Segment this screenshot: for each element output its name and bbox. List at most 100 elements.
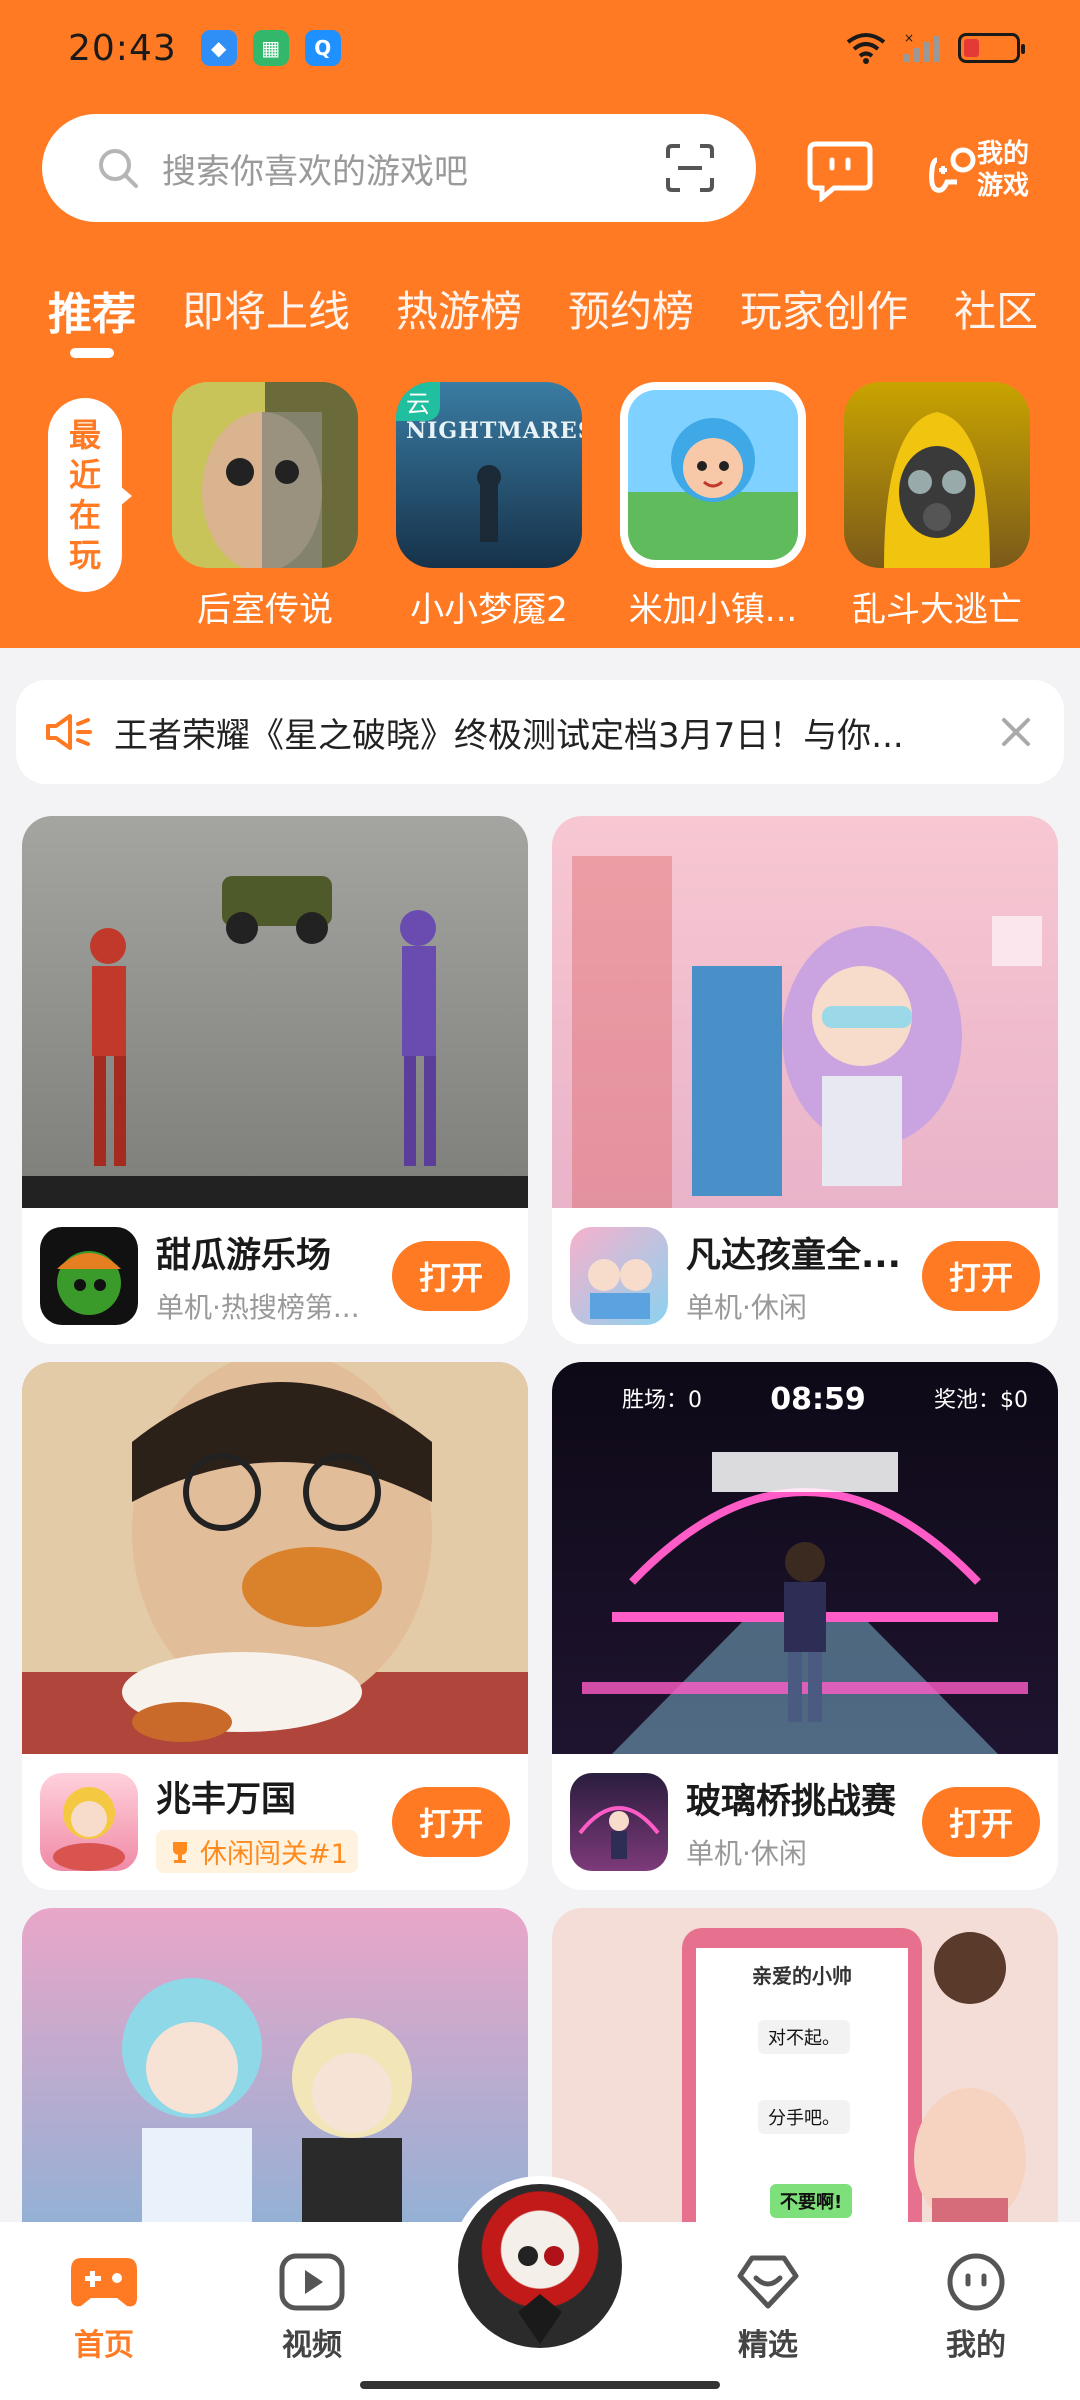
megaphone-icon <box>46 714 92 750</box>
game-icon <box>40 1773 138 1871</box>
nav-featured[interactable]: 精选 <box>698 2252 838 2400</box>
game-subtitle: 单机·休闲 <box>686 1836 807 1870</box>
card-text: 玻璃桥挑战赛 单机·休闲 <box>686 1773 922 1872</box>
announcement-bar[interactable]: 王者荣耀《星之破晓》终极测试定档3月7日！与你... <box>16 680 1064 784</box>
message-button[interactable] <box>804 132 876 204</box>
card-info-row: 凡达孩童全... 单机·休闲 打开 <box>552 1208 1058 1344</box>
game-hud: 胜场：0 08:59 奖池：$0 <box>552 1382 1058 1417</box>
recent-game-name: 小小梦魇2 <box>410 590 568 630</box>
chat-message: 对不起。 <box>758 2020 850 2054</box>
recent-game-name: 乱斗大逃亡 <box>852 590 1022 630</box>
status-bar: 20:43 ◆ ▦ Q × <box>0 0 1080 96</box>
recent-game-name: 后室传说 <box>197 590 333 630</box>
tab-recommend[interactable]: 推荐 <box>48 278 136 358</box>
chat-message: 分手吧。 <box>758 2100 850 2134</box>
open-button[interactable]: 打开 <box>392 1787 510 1857</box>
card-text: 凡达孩童全... 单机·休闲 <box>686 1227 922 1326</box>
game-icon <box>172 382 358 568</box>
close-icon[interactable] <box>998 714 1034 750</box>
game-subtitle: 单机·休闲 <box>686 1290 807 1324</box>
center-avatar-button[interactable] <box>450 2176 630 2356</box>
nav-label: 精选 <box>738 2328 798 2363</box>
recent-char: 玩 <box>68 536 101 574</box>
bridge-girl-icon <box>578 1806 660 1859</box>
face-art-icon <box>202 412 322 568</box>
battery-level <box>964 39 979 57</box>
rank-badge: 休闲闯关#1 <box>156 1830 358 1873</box>
game-title: 凡达孩童全... <box>686 1235 901 1276</box>
svg-text:×: × <box>904 32 914 45</box>
recent-game-miga-town[interactable]: 米加小镇... <box>620 382 806 631</box>
chat-message: 不要啊! <box>770 2184 853 2218</box>
tab-community[interactable]: 社区 <box>954 278 1038 342</box>
game-title: 甜瓜游乐场 <box>156 1235 332 1276</box>
game-icon <box>844 382 1030 568</box>
gasmask-art-icon <box>884 412 990 568</box>
game-card-zhaofeng[interactable]: 兆丰万国 休闲闯关#1 打开 <box>22 1362 528 1890</box>
card-text: 兆丰万国 休闲闯关#1 <box>156 1771 392 1873</box>
game-subtitle: 单机·热搜榜第... <box>156 1290 360 1324</box>
smiley-face-icon <box>947 2253 1005 2311</box>
recently-played-label: 最 近 在 玩 <box>48 398 132 592</box>
hud-pool: 奖池：$0 <box>934 1388 1028 1413</box>
status-time: 20:43 <box>68 27 177 69</box>
search-icon <box>99 149 138 188</box>
gamepad-star-icon <box>929 147 976 193</box>
game-card-vanda-kids[interactable]: 凡达孩童全... 单机·休闲 打开 <box>552 816 1058 1344</box>
search-placeholder: 搜索你喜欢的游戏吧 <box>162 151 468 192</box>
open-button[interactable]: 打开 <box>922 1241 1040 1311</box>
game-cover-image <box>22 1362 528 1754</box>
nav-label: 我的 <box>946 2328 1006 2363</box>
recent-game-brawl-escape[interactable]: 乱斗大逃亡 <box>844 382 1030 631</box>
scan-icon[interactable] <box>664 142 716 194</box>
app-qq-icon: Q <box>304 30 341 66</box>
heart-diamond-icon <box>737 2255 799 2309</box>
my-games-label: 我的游戏 <box>977 139 1030 201</box>
announcement-text: 王者荣耀《星之破晓》终极测试定档3月7日！与你... <box>114 715 904 756</box>
tab-hot-chart[interactable]: 热游榜 <box>396 278 522 342</box>
tab-upcoming[interactable]: 即将上线 <box>182 278 350 342</box>
tab-reserve-chart[interactable]: 预约榜 <box>568 278 694 342</box>
recent-char: 在 <box>68 496 101 534</box>
nav-profile[interactable]: 我的 <box>906 2252 1046 2400</box>
nav-home[interactable]: 首页 <box>34 2252 174 2400</box>
figure-art-icon <box>477 465 501 542</box>
blonde-girl-icon <box>53 1787 125 1871</box>
video-play-icon <box>279 2253 345 2311</box>
tab-player-creations[interactable]: 玩家创作 <box>740 278 908 342</box>
nav-video[interactable]: 视频 <box>242 2252 382 2400</box>
gamepad-icon <box>71 2258 137 2307</box>
message-face-icon <box>807 141 873 202</box>
game-title: 玻璃桥挑战赛 <box>686 1781 897 1822</box>
game-card-melon-playground[interactable]: 甜瓜游乐场 单机·热搜榜第... 打开 <box>22 816 528 1344</box>
signal-icon: × <box>904 32 940 62</box>
melon-head-icon <box>57 1251 121 1315</box>
kids-icon <box>588 1259 652 1319</box>
open-button[interactable]: 打开 <box>392 1241 510 1311</box>
recent-game-little-nightmares[interactable]: 云 NIGHTMARES 小小梦魇2 <box>396 382 582 631</box>
anime-avatar-art <box>518 2246 564 2344</box>
search-input[interactable]: 搜索你喜欢的游戏吧 <box>42 114 756 222</box>
recent-game-backrooms[interactable]: 后室传说 <box>172 382 358 631</box>
hud-timer: 08:59 <box>770 1382 866 1417</box>
game-card-glass-bridge[interactable]: 胜场：0 08:59 奖池：$0 玻璃桥挑战赛 单机·休闲 打开 <box>552 1362 1058 1890</box>
card-info-row: 甜瓜游乐场 单机·热搜榜第... 打开 <box>22 1208 528 1344</box>
game-cover-image <box>552 816 1058 1208</box>
status-indicators: × <box>846 32 1025 64</box>
game-icon <box>570 1773 668 1871</box>
ragdoll-scene-art <box>22 876 528 1208</box>
card-info-row: 玻璃桥挑战赛 单机·休闲 打开 <box>552 1754 1058 1890</box>
nav-label: 首页 <box>74 2328 134 2363</box>
wifi-icon <box>846 33 886 64</box>
my-games-button[interactable]: 我的游戏 <box>922 130 1042 210</box>
open-button[interactable]: 打开 <box>922 1787 1040 1857</box>
game-icon: 云 NIGHTMARES <box>396 382 582 568</box>
kids-room-scene-art <box>572 856 1042 1208</box>
home-indicator[interactable] <box>360 2381 720 2389</box>
girl-character-icon <box>671 418 755 502</box>
app-blue-icon: ◆ <box>200 30 237 66</box>
category-tabs: 推荐 即将上线 热游榜 预约榜 玩家创作 社区 <box>48 278 1038 358</box>
recent-char: 近 <box>68 456 101 494</box>
game-icon <box>570 1227 668 1325</box>
recently-played-list: 后室传说 云 NIGHTMARES 小小梦魇2 米加小镇... 乱斗大逃亡 <box>172 382 1030 631</box>
